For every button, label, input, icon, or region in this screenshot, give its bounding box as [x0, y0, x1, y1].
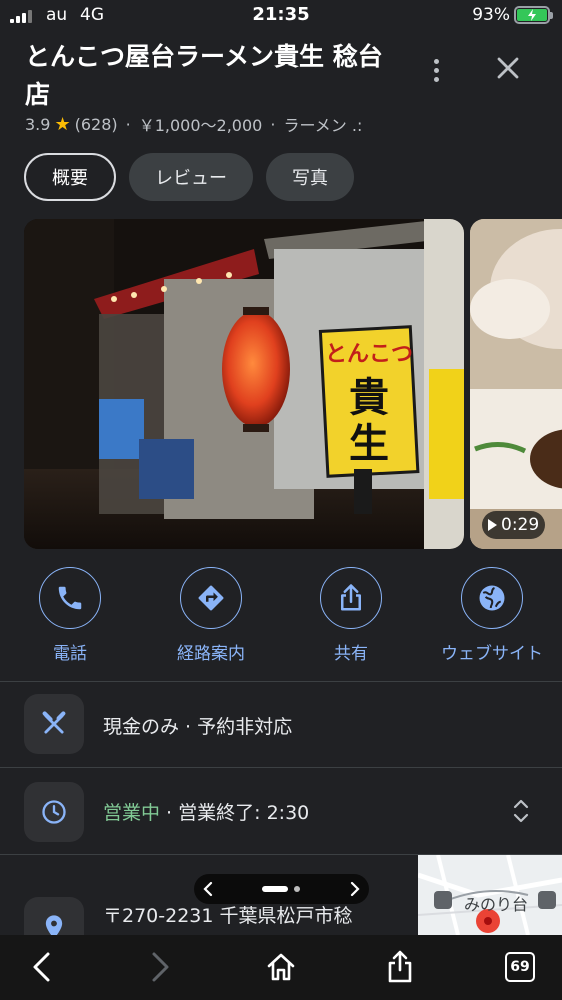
share-icon [388, 950, 412, 983]
pager-next-icon[interactable] [350, 881, 360, 897]
close-button[interactable] [488, 48, 528, 88]
website-label: ウェブサイト [441, 644, 543, 664]
category-label: ラーメン .: [283, 116, 363, 135]
tab-photos[interactable]: 写真 [266, 153, 354, 201]
directions-button[interactable]: 経路案内 [141, 567, 281, 664]
hours-icon-tile [24, 782, 84, 842]
open-status: 営業中 [103, 802, 161, 824]
browser-toolbar: 69 [0, 935, 562, 1000]
pager-prev-icon[interactable] [203, 881, 213, 897]
phone-icon [58, 586, 82, 610]
tab-bar: 概要 レビュー 写真 [24, 153, 354, 201]
service-options-text: 現金のみ · 予約非対応 [103, 716, 293, 738]
pager-dot [294, 886, 300, 892]
home-button[interactable] [261, 947, 301, 987]
rating-value: 3.9 [25, 114, 51, 134]
action-bar: 電話 経路案内 共有 ウェブサイト [0, 567, 562, 667]
sign-text-sei: 生 [349, 421, 389, 467]
call-button[interactable]: 電話 [0, 567, 140, 664]
globe-icon [479, 585, 505, 611]
tab-count: 69 [505, 952, 535, 982]
back-button[interactable] [22, 947, 62, 987]
play-icon [488, 519, 497, 531]
home-icon [267, 953, 295, 981]
page-pager[interactable] [194, 874, 369, 904]
price-range: ￥1,000～2,000 [138, 116, 263, 135]
closing-time: · 営業終了: 2:30 [160, 802, 310, 824]
share-label: 共有 [334, 644, 368, 664]
hours-row[interactable]: 営業中 · 営業終了: 2:30 [0, 768, 562, 854]
video-duration-badge: 0:29 [482, 511, 546, 539]
call-label: 電話 [53, 644, 87, 664]
review-count[interactable]: (628) [75, 115, 118, 134]
forward-arrow-icon [152, 952, 169, 982]
address-icon-tile [24, 897, 84, 935]
expand-icon[interactable] [508, 796, 534, 826]
separator-dot: · [270, 114, 276, 134]
pager-active-dot [262, 886, 288, 892]
directions-icon [198, 585, 224, 611]
tabs-button[interactable]: 69 [500, 947, 540, 987]
location-pin-icon [45, 915, 63, 935]
forward-button[interactable] [140, 947, 180, 987]
website-button[interactable]: ウェブサイト [422, 567, 562, 664]
photo-carousel[interactable]: とんこつ 貴 生 0:29 [24, 219, 562, 549]
share-icon [341, 584, 361, 611]
tab-overview[interactable]: 概要 [24, 153, 116, 201]
map-station-label: みのり台 [464, 895, 529, 914]
separator-dot: · [125, 114, 131, 134]
address-text: 〒270-2231 千葉県松戸市稔 [103, 905, 353, 927]
share-button[interactable]: 共有 [281, 567, 421, 664]
close-icon [497, 57, 519, 79]
storefront-photo[interactable]: とんこつ 貴 生 [24, 219, 464, 549]
sign-text-ki: 貴 [349, 375, 389, 421]
more-options-icon[interactable] [424, 52, 448, 88]
directions-label: 経路案内 [177, 644, 245, 664]
status-bar: au 4G 21:35 93% [0, 0, 562, 34]
star-icon: ★ [54, 113, 71, 135]
place-title: とんこつ屋台ラーメン貴生 稔台店 [25, 42, 383, 109]
place-meta: 3.9 ★ (628) · ￥1,000～2,000 · ラーメン .: [25, 112, 362, 136]
utensils-icon [42, 711, 66, 734]
battery-icon [514, 6, 553, 24]
service-options-row[interactable]: 現金のみ · 予約非対応 [0, 682, 562, 767]
back-arrow-icon [33, 952, 50, 982]
sign-text-tonkotsu: とんこつ [325, 342, 413, 367]
ramen-video-thumbnail[interactable] [470, 219, 562, 549]
share-page-button[interactable] [380, 947, 420, 987]
clock-icon [42, 800, 66, 824]
map-thumbnail[interactable]: みのり台 [418, 855, 562, 935]
service-icon-tile [24, 694, 84, 754]
battery-percent: 93% [472, 5, 510, 25]
video-duration: 0:29 [501, 515, 540, 535]
tab-reviews[interactable]: レビュー [129, 153, 253, 201]
hours-text: 営業中 · 営業終了: 2:30 [103, 798, 309, 825]
